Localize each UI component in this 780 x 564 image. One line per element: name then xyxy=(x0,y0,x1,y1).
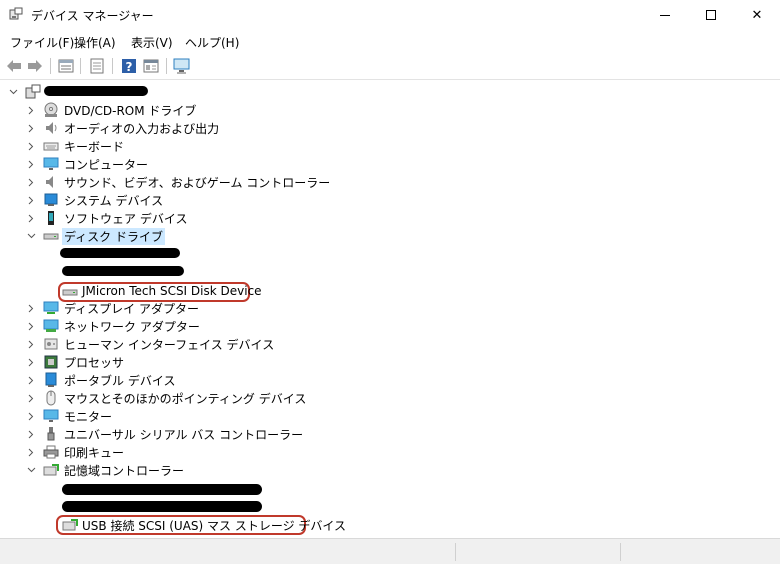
speaker-icon xyxy=(46,122,57,134)
menu-view[interactable]: 表示(V) xyxy=(131,34,173,51)
redacted-storage-1 xyxy=(62,484,262,495)
title-bar: デバイス マネージャー ✕ xyxy=(0,0,780,30)
disk-device-icon xyxy=(62,289,78,296)
chevron-right-icon[interactable] xyxy=(26,353,36,371)
monitor-icon xyxy=(173,58,190,74)
properties-button[interactable] xyxy=(57,57,75,75)
usb-icon xyxy=(47,427,55,441)
device-tree: DVD/CD-ROM ドライブ オーディオの入力および出力 キーボード コンピュ… xyxy=(0,82,780,538)
back-button[interactable] xyxy=(5,57,23,75)
category-computer[interactable]: コンピューター xyxy=(64,156,148,173)
minimize-icon xyxy=(660,14,670,16)
vertical-scrollbar[interactable] xyxy=(771,82,780,538)
window-title: デバイス マネージャー xyxy=(31,9,154,23)
chevron-right-icon[interactable] xyxy=(26,191,36,209)
toolbar: ? xyxy=(0,52,780,80)
category-monitor[interactable]: モニター xyxy=(64,408,112,425)
scan-hardware-button[interactable] xyxy=(173,57,191,75)
category-portable[interactable]: ポータブル デバイス xyxy=(64,372,175,389)
storage-collapse-chevron[interactable] xyxy=(26,461,36,479)
mouse-icon xyxy=(46,390,56,406)
printer-icon xyxy=(43,445,59,459)
view-button[interactable] xyxy=(142,57,160,75)
chevron-right-icon[interactable] xyxy=(26,137,36,155)
status-bar xyxy=(0,538,780,564)
disk-device-jmicron[interactable]: JMicron Tech SCSI Disk Device xyxy=(82,284,262,298)
category-sound-video[interactable]: サウンド、ビデオ、およびゲーム コントローラー xyxy=(64,174,330,191)
category-storage[interactable]: 記憶域コントローラー xyxy=(64,462,184,479)
chevron-right-icon[interactable] xyxy=(26,119,36,137)
chevron-right-icon[interactable] xyxy=(26,443,36,461)
maximize-button[interactable] xyxy=(688,0,734,30)
category-keyboard[interactable]: キーボード xyxy=(64,138,124,155)
disk-drive-icon xyxy=(43,233,59,240)
close-button[interactable]: ✕ xyxy=(734,0,780,30)
category-network[interactable]: ネットワーク アダプター xyxy=(64,318,200,335)
category-print-queue[interactable]: 印刷キュー xyxy=(64,444,124,461)
disk-drive-collapse-chevron[interactable] xyxy=(26,227,36,245)
category-mouse[interactable]: マウスとそのほかのポインティング デバイス xyxy=(64,390,306,407)
category-software[interactable]: ソフトウェア デバイス xyxy=(64,210,187,227)
help-button[interactable]: ? xyxy=(120,57,138,75)
close-icon: ✕ xyxy=(751,7,763,23)
redacted-disk-2 xyxy=(62,266,184,276)
root-collapse-chevron[interactable] xyxy=(8,83,18,101)
hid-icon xyxy=(44,338,58,350)
system-device-icon xyxy=(44,193,58,206)
category-processor[interactable]: プロセッサ xyxy=(64,354,124,371)
dvd-drive-icon xyxy=(44,102,58,117)
storage-device-icon xyxy=(62,519,78,531)
category-display[interactable]: ディスプレイ アダプター xyxy=(64,300,199,317)
menu-file[interactable]: ファイル(F) xyxy=(10,34,74,51)
list-icon xyxy=(90,58,104,74)
chevron-right-icon[interactable] xyxy=(26,389,36,407)
menu-action[interactable]: 操作(A) xyxy=(74,34,116,51)
software-device-icon xyxy=(48,211,54,225)
chevron-right-icon[interactable] xyxy=(26,299,36,317)
view-icon xyxy=(143,59,159,73)
category-usb[interactable]: ユニバーサル シリアル バス コントローラー xyxy=(64,426,303,443)
keyboard-icon xyxy=(43,142,59,151)
chevron-right-icon[interactable] xyxy=(26,335,36,353)
properties-icon xyxy=(58,59,74,73)
category-disk-drive[interactable]: ディスク ドライブ xyxy=(62,228,165,245)
chevron-right-icon[interactable] xyxy=(26,425,36,443)
chevron-right-icon[interactable] xyxy=(26,371,36,389)
chevron-right-icon[interactable] xyxy=(26,209,36,227)
forward-icon xyxy=(28,60,42,72)
network-adapter-icon xyxy=(43,319,59,332)
chevron-right-icon[interactable] xyxy=(26,101,36,119)
menu-help[interactable]: ヘルプ(H) xyxy=(185,34,239,51)
minimize-button[interactable] xyxy=(642,0,688,30)
redacted-storage-2 xyxy=(62,501,262,512)
computer-icon xyxy=(43,157,59,170)
list-button[interactable] xyxy=(88,57,106,75)
menu-bar: ファイル(F) 操作(A) 表示(V) ヘルプ(H) xyxy=(0,30,780,52)
redacted-disk-1 xyxy=(60,248,180,258)
back-icon xyxy=(7,60,21,72)
help-icon: ? xyxy=(122,59,136,74)
category-system[interactable]: システム デバイス xyxy=(64,192,163,209)
portable-device-icon xyxy=(45,372,57,387)
display-adapter-icon xyxy=(43,301,59,314)
storage-device-uas[interactable]: USB 接続 SCSI (UAS) マス ストレージ デバイス xyxy=(82,517,346,534)
monitor-icon xyxy=(43,409,59,422)
processor-icon xyxy=(44,355,58,369)
chevron-right-icon[interactable] xyxy=(26,317,36,335)
storage-controller-icon xyxy=(43,464,59,476)
chevron-right-icon[interactable] xyxy=(26,407,36,425)
device-manager-icon xyxy=(9,7,23,20)
category-hid[interactable]: ヒューマン インターフェイス デバイス xyxy=(64,336,274,353)
sound-video-icon xyxy=(46,176,53,188)
category-dvd[interactable]: DVD/CD-ROM ドライブ xyxy=(64,102,196,119)
svg-text:?: ? xyxy=(126,60,133,74)
maximize-icon xyxy=(706,10,716,20)
chevron-right-icon[interactable] xyxy=(26,155,36,173)
redacted-computer-name xyxy=(44,86,148,96)
computer-root-icon xyxy=(25,84,41,99)
category-audio[interactable]: オーディオの入力および出力 xyxy=(64,120,219,137)
chevron-down-icon xyxy=(9,89,17,95)
forward-button[interactable] xyxy=(26,57,44,75)
chevron-right-icon[interactable] xyxy=(26,173,36,191)
